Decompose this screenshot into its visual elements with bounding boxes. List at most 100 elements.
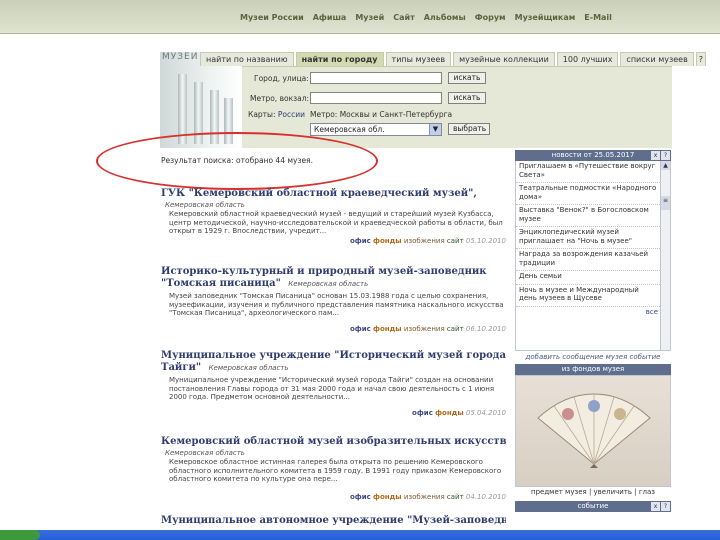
museum-entry: ГУК "Кемеровский областной краеведческий… <box>161 188 506 246</box>
museum-fund-image[interactable] <box>515 375 671 487</box>
site-link[interactable]: сайт <box>447 325 464 333</box>
museum-links: офис фонды изобжения сайт 06.10.2010 <box>161 324 506 334</box>
nav-link-afisha[interactable]: Афиша <box>313 13 347 22</box>
site-link[interactable]: сайт <box>447 237 464 245</box>
museum-region: Кемеровская область <box>208 364 289 372</box>
museum-title-part[interactable]: Тайги" <box>161 362 201 373</box>
news-item[interactable]: Выставка "Венок?" в Богословском музее <box>516 205 670 227</box>
nav-link-museum-workers[interactable]: Музейщикам <box>515 13 576 22</box>
museum-title-link-cont[interactable]: "Томская писаница" Кемеровская область <box>161 278 506 290</box>
museum-region: Кемеровская область <box>165 449 245 457</box>
funds-title: из фондов музея <box>561 365 625 373</box>
city-label: Город, улица: <box>254 74 309 83</box>
tab-museum-lists[interactable]: списки музеев <box>620 52 694 66</box>
museum-description: Кемеровское областное истинная галерея б… <box>169 458 502 483</box>
museum-entry: Муниципальное автономное учреждение "Муз… <box>161 515 506 527</box>
news-header: новости от 25.05.2017 x ? <box>515 150 671 161</box>
funds-link[interactable]: фонды <box>373 493 402 501</box>
images-link[interactable]: изобжения <box>404 493 445 501</box>
os-taskbar <box>0 530 720 540</box>
scroll-up-icon[interactable]: ▲ <box>661 161 670 170</box>
news-item[interactable]: Театральные подмостки «Народного дома» <box>516 183 670 205</box>
nav-link-site[interactable]: Сайт <box>393 13 415 22</box>
news-item[interactable]: Награда за возрождения казачьей традиции <box>516 249 670 271</box>
news-more-link[interactable]: все <box>516 307 670 320</box>
images-link[interactable]: изобжения <box>404 325 445 333</box>
nav-link-forum[interactable]: Форум <box>475 13 506 22</box>
news-header-buttons: x ? <box>651 151 670 160</box>
top-nav-links: Музеи России Афиша Музей Сайт Альбомы Фо… <box>240 13 612 22</box>
museum-entry: Кемеровский областной музей изобразитель… <box>161 436 506 502</box>
map-russia-link[interactable]: России <box>278 110 305 119</box>
museum-title-link[interactable]: ГУК "Кемеровский областной краеведческий… <box>161 188 506 200</box>
close-icon[interactable]: x <box>651 502 660 511</box>
museum-links: офис фонды 05.04.2010 <box>161 408 506 418</box>
entry-date: 06.10.2010 <box>465 325 506 333</box>
help-icon[interactable]: ? <box>661 151 670 160</box>
news-item[interactable]: Приглашаем в «Путешествие вокруг Света» <box>516 161 670 183</box>
tab-museum-types[interactable]: типы музеев <box>385 52 452 66</box>
tab-museum-collections[interactable]: музейные коллекции <box>453 52 555 66</box>
museum-description: Кемеровский областной краеведческий музе… <box>169 210 503 235</box>
nav-link-museums-russia[interactable]: Музеи России <box>240 13 304 22</box>
news-item[interactable]: Энциклопедический музей приглашает на "Н… <box>516 227 670 249</box>
museum-links: офис фонды изобжения сайт 05.10.2010 <box>161 236 506 246</box>
start-button[interactable] <box>0 530 40 540</box>
fan-image <box>537 393 651 468</box>
close-icon[interactable]: x <box>651 151 660 160</box>
right-sidebar: новости от 25.05.2017 x ? Приглашаем в «… <box>515 150 671 512</box>
news-list: Приглашаем в «Путешествие вокруг Света» … <box>515 161 671 351</box>
nav-link-albums[interactable]: Альбомы <box>424 13 466 22</box>
news-scrollbar[interactable]: ▲ ≡ <box>660 161 670 350</box>
office-link[interactable]: офис <box>412 409 433 417</box>
funds-caption[interactable]: предмет музея | увеличить | глаз <box>515 487 671 497</box>
funds-link[interactable]: фонды <box>373 325 402 333</box>
metro-maps-link[interactable]: Метро: Москвы и Санкт-Петербурга <box>310 110 452 119</box>
top-navigation-bar: Музеи России Афиша Музей Сайт Альбомы Фо… <box>0 0 720 34</box>
metro-input[interactable] <box>310 92 442 104</box>
museum-title-link[interactable]: Кемеровский областной музей изобразитель… <box>161 436 506 448</box>
nav-link-email[interactable]: E-Mail <box>584 13 612 22</box>
metro-label: Метро, вокзал: <box>250 94 310 103</box>
site-link[interactable]: сайт <box>447 493 464 501</box>
event-header: событие x ? <box>515 501 671 512</box>
museum-title-part[interactable]: "Томская писаница" <box>161 278 281 289</box>
museum-entry: Историко-культурный и природный музей-за… <box>161 266 506 334</box>
museum-region: Кемеровская область <box>165 201 245 209</box>
museum-links: офис фонды изобжения сайт 04.10.2010 <box>161 492 506 502</box>
office-link[interactable]: офис <box>350 493 371 501</box>
news-item[interactable]: Ночь в музее и Международный день музеев… <box>516 285 670 307</box>
nav-link-museum[interactable]: Музей <box>355 13 384 22</box>
region-select[interactable]: Кемеровская обл. ▼ <box>310 123 442 136</box>
funds-link[interactable]: фонды <box>435 409 464 417</box>
news-item[interactable]: День семьи <box>516 271 670 285</box>
help-icon[interactable]: ? <box>661 502 670 511</box>
museum-title-link[interactable]: Муниципальное автономное учреждение "Муз… <box>161 515 506 527</box>
museum-description: Музей заповедник "Томская Писаница" осно… <box>169 292 504 317</box>
museum-title-link[interactable]: Муниципальное учреждение "Исторический м… <box>161 350 506 362</box>
funds-link[interactable]: фонды <box>373 237 402 245</box>
museum-title-link[interactable]: Историко-культурный и природный музей-за… <box>161 266 506 278</box>
museum-entry: Муниципальное учреждение "Исторический м… <box>161 350 506 418</box>
funds-header: из фондов музея <box>515 364 671 375</box>
annotation-ellipse <box>96 132 378 190</box>
event-title: событие <box>577 502 609 510</box>
add-message-link[interactable]: добавить сообщение музея событие <box>515 351 671 364</box>
city-find-button[interactable]: искать <box>448 72 486 84</box>
tab-find-by-name[interactable]: найти по названию <box>200 52 294 66</box>
tab-find-by-city[interactable]: найти по городу <box>295 52 384 66</box>
entry-date: 04.10.2010 <box>465 493 506 501</box>
tab-top-100[interactable]: 100 лучших <box>556 52 619 66</box>
office-link[interactable]: офис <box>350 237 371 245</box>
region-select-button[interactable]: выбрать <box>448 123 490 135</box>
scroll-thumb[interactable]: ≡ <box>661 196 670 210</box>
search-tabs: найти по названию найти по городу типы м… <box>200 52 706 66</box>
metro-find-button[interactable]: искать <box>448 92 486 104</box>
tab-help[interactable]: ? <box>695 52 706 66</box>
news-title: новости от 25.05.2017 <box>551 151 635 159</box>
museum-title-link-cont[interactable]: Тайги" Кемеровская область <box>161 362 506 374</box>
office-link[interactable]: офис <box>350 325 371 333</box>
chevron-down-icon[interactable]: ▼ <box>429 124 441 135</box>
images-link[interactable]: изобжения <box>404 237 445 245</box>
city-input[interactable] <box>310 72 442 84</box>
